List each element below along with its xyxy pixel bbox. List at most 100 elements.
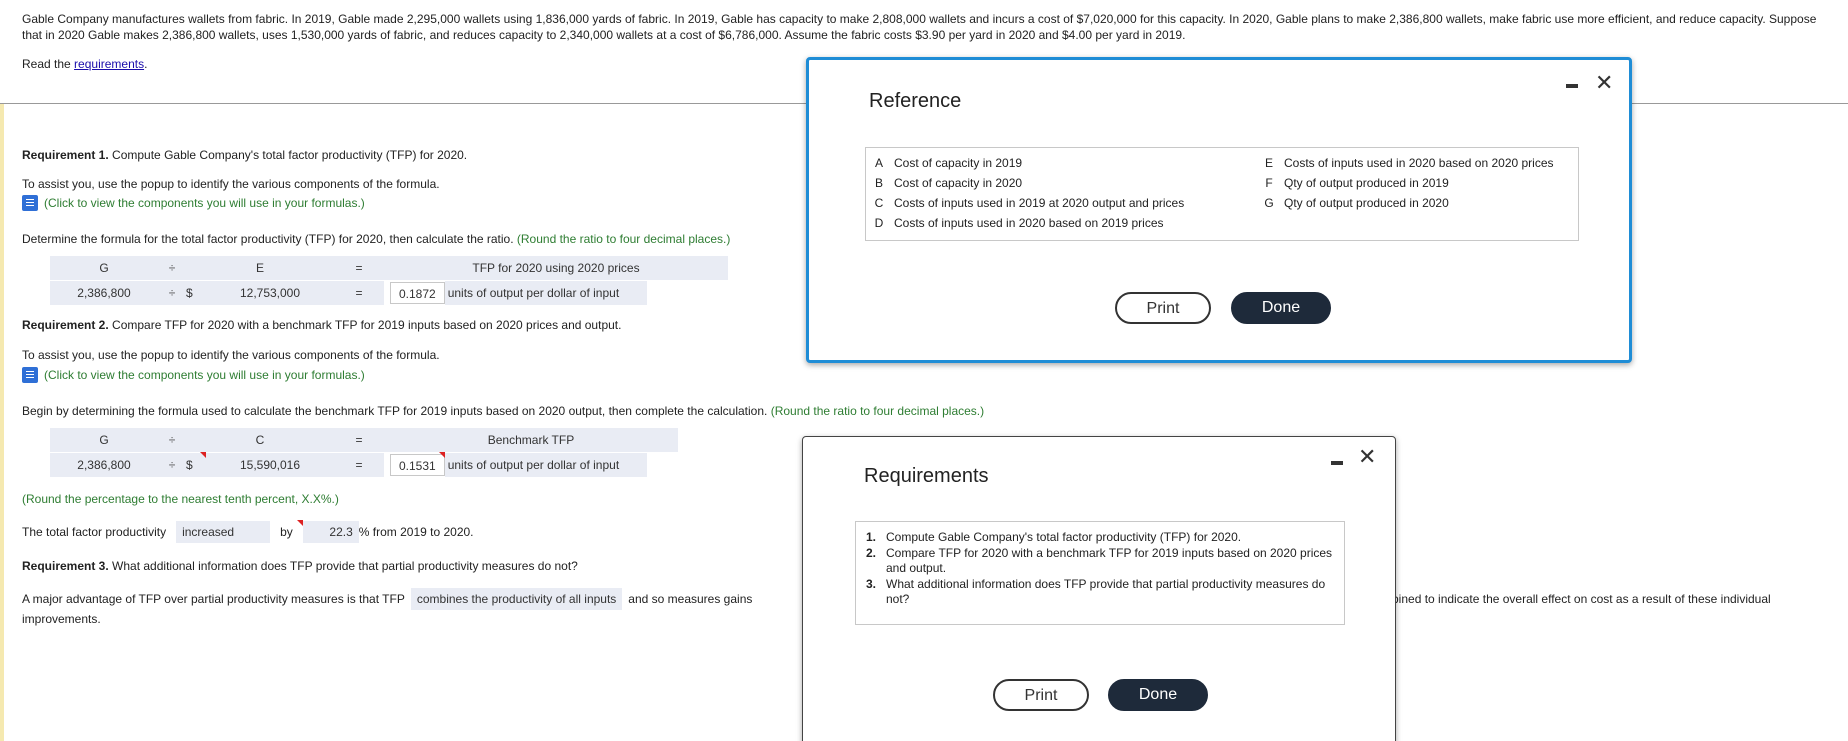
print-button[interactable]: Print xyxy=(1115,292,1211,324)
requirements-list: 1. Compute Gable Company's total factor p… xyxy=(855,521,1345,625)
req2-text: Compare TFP for 2020 with a benchmark TF… xyxy=(108,318,622,332)
req1-header-divide: ÷ xyxy=(158,256,186,280)
tfp-prefix: The total factor productivity xyxy=(22,525,167,539)
ref-item-b: B Cost of capacity in 2020 xyxy=(874,176,1022,190)
req3-choice-select[interactable]: combines the productivity of all inputs xyxy=(410,588,623,610)
req2-result-input[interactable]: 0.1531 xyxy=(390,454,445,476)
close-icon[interactable]: ✕ xyxy=(1358,446,1376,468)
req2-components-link[interactable]: (Click to view the components you will u… xyxy=(22,367,365,383)
read-prefix: Read the xyxy=(22,57,75,71)
req1-formula-header: G ÷ E = TFP for 2020 using 2020 prices xyxy=(50,256,728,280)
ref-key: A xyxy=(874,156,883,170)
req2-components-link-text: (Click to view the components you will u… xyxy=(44,368,365,382)
req1-unit: units of output per dollar of input xyxy=(444,281,647,305)
book-icon xyxy=(22,367,38,383)
ref-key: D xyxy=(874,216,884,230)
done-button[interactable]: Done xyxy=(1231,292,1331,324)
req1-round-note: (Round the ratio to four decimal places.… xyxy=(513,232,731,246)
req1-components-link[interactable]: (Click to view the components you will u… xyxy=(22,195,365,211)
print-button[interactable]: Print xyxy=(993,679,1089,711)
tfp-direction-select[interactable]: increased xyxy=(176,521,271,543)
req3-label: Requirement 3. xyxy=(22,559,109,573)
req1-header-numerator[interactable]: G xyxy=(50,256,158,280)
req1-heading: Requirement 1. Compute Gable Company's t… xyxy=(22,148,467,162)
ref-value: Costs of inputs used in 2019 at 2020 out… xyxy=(894,196,1185,210)
req2-assist: To assist you, use the popup to identify… xyxy=(22,348,440,362)
read-requirements: Read the requirements. xyxy=(22,57,147,71)
req1-components-link-text: (Click to view the components you will u… xyxy=(44,196,365,210)
ref-item-g: G Qty of output produced in 2020 xyxy=(1264,196,1448,210)
requirement-text: Compare TFP for 2020 with a benchmark TF… xyxy=(886,546,1333,575)
ref-key: C xyxy=(874,196,884,210)
requirement-item: 2. Compare TFP for 2020 with a benchmark … xyxy=(866,546,1334,576)
req2-unit: units of output per dollar of input xyxy=(438,452,647,477)
req1-determine-text: Determine the formula for the total fact… xyxy=(22,232,514,246)
req3-text: What additional information does TFP pro… xyxy=(108,559,578,573)
requirement-item: 1. Compute Gable Company's total factor p… xyxy=(866,530,1334,545)
requirements-title: Requirements xyxy=(864,465,989,487)
req2-round-pct: (Round the percentage to the nearest ten… xyxy=(22,492,339,506)
ref-item-a: A Cost of capacity in 2019 xyxy=(874,156,1022,170)
tfp-percent-input[interactable]: 22.3 xyxy=(296,520,359,543)
req1-numerator-input[interactable]: 2,386,800 xyxy=(50,281,158,305)
req2-label: Requirement 2. xyxy=(22,318,109,332)
ref-item-d: D Costs of inputs used in 2020 based on 2… xyxy=(874,216,1164,230)
requirements-modal: Requirements ✕ 1. Compute Gable Company's… xyxy=(802,436,1396,741)
reference-title: Reference xyxy=(869,90,962,112)
requirement-text: Compute Gable Company's total factor pro… xyxy=(886,530,1242,544)
req1-header-equals: = xyxy=(334,256,384,280)
req1-dollar: $ xyxy=(186,281,206,305)
ref-value: Cost of capacity in 2019 xyxy=(894,156,1023,170)
ref-item-f: F Qty of output produced in 2019 xyxy=(1264,176,1449,190)
tfp-by: by xyxy=(280,525,293,539)
ref-value: Cost of capacity in 2020 xyxy=(894,176,1023,190)
ref-value: Costs of inputs used in 2020 based on 20… xyxy=(1284,156,1554,170)
req2-tfp-sentence: The total factor productivity increased … xyxy=(22,520,474,543)
done-button[interactable]: Done xyxy=(1108,679,1208,711)
req2-begin-text: Begin by determining the formula used to… xyxy=(22,404,768,418)
req2-numerator-input[interactable]: 2,386,800 xyxy=(50,453,158,477)
req3-line-end: improvements. xyxy=(22,612,101,626)
requirements-link[interactable]: requirements xyxy=(74,57,144,71)
req2-header-numerator[interactable]: G xyxy=(50,428,158,452)
close-icon[interactable]: ✕ xyxy=(1595,72,1613,94)
req3-line-right: bined to indicate the overall effect on … xyxy=(1392,592,1771,606)
requirement-number: 3. xyxy=(866,577,877,591)
req2-header-denominator[interactable]: C xyxy=(186,428,334,452)
ref-item-c: C Costs of inputs used in 2019 at 2020 ou… xyxy=(874,196,1185,210)
minimize-icon[interactable] xyxy=(1566,84,1578,88)
minimize-icon[interactable] xyxy=(1331,461,1343,465)
ref-item-e: E Costs of inputs used in 2020 based on 2… xyxy=(1264,156,1554,170)
req2-header-equals: = xyxy=(334,428,384,452)
req2-formula-values: 2,386,800 ÷ $ 15,590,016 = 0.1531 units … xyxy=(50,452,647,477)
req1-divide: ÷ xyxy=(158,281,186,305)
req1-assist: To assist you, use the popup to identify… xyxy=(22,177,440,191)
ref-key: B xyxy=(874,176,883,190)
req2-equals: = xyxy=(334,453,384,477)
req1-header-result: TFP for 2020 using 2020 prices xyxy=(384,256,728,280)
reference-modal: Reference ✕ A Cost of capacity in 2019 BC… xyxy=(806,57,1632,363)
req3-heading: Requirement 3. What additional informati… xyxy=(22,559,578,573)
book-icon xyxy=(22,195,38,211)
reference-legend-box: A Cost of capacity in 2019 B Cost of capac… xyxy=(865,147,1579,241)
req2-denominator-input[interactable]: 15,590,016 xyxy=(200,452,334,477)
req2-divide: ÷ xyxy=(158,453,186,477)
req1-result-input[interactable]: 0.1872 xyxy=(390,282,445,304)
read-suffix: . xyxy=(144,57,148,71)
req1-header-denominator[interactable]: E xyxy=(186,256,334,280)
req2-header-divide: ÷ xyxy=(158,428,186,452)
requirement-number: 2. xyxy=(866,546,877,560)
req1-formula-values: 2,386,800 ÷ $ 12,753,000 = 0.1872 units … xyxy=(50,281,647,305)
req3-answer-line: A major advantage of TFP over partial pr… xyxy=(22,588,752,610)
req1-text: Compute Gable Company's total factor pro… xyxy=(108,148,468,162)
req2-heading: Requirement 2. Compare TFP for 2020 with… xyxy=(22,318,621,332)
tfp-suffix: % from 2019 to 2020. xyxy=(358,525,474,539)
problem-statement: Gable Company manufactures wallets from … xyxy=(22,12,1817,42)
req3-line-mid: and so measures gains xyxy=(628,592,753,606)
req1-equals: = xyxy=(334,281,384,305)
req1-determine: Determine the formula for the total fact… xyxy=(22,232,730,246)
req1-denominator-input[interactable]: 12,753,000 xyxy=(206,281,334,305)
req2-formula-header: G ÷ C = Benchmark TFP xyxy=(50,428,678,452)
ref-key: F xyxy=(1265,176,1273,190)
ref-value: Qty of output produced in 2019 xyxy=(1284,176,1449,190)
